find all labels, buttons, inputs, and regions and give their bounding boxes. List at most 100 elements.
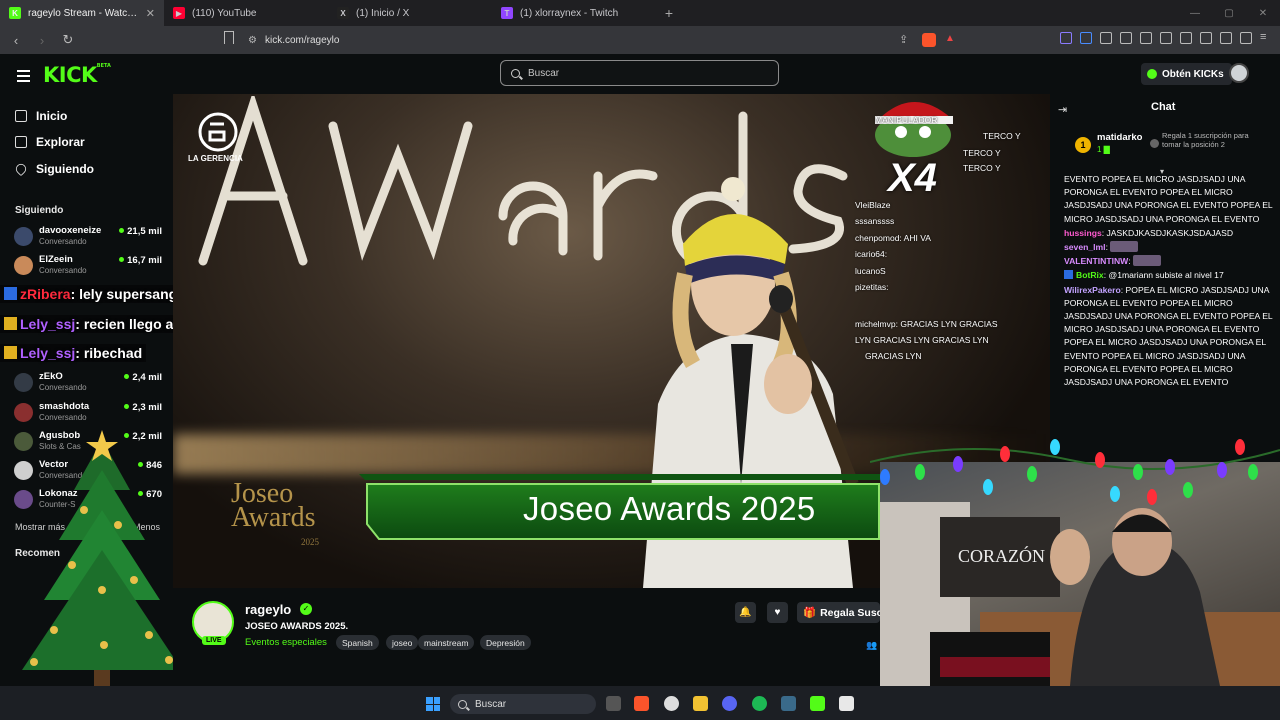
kick-logo[interactable]: KICKBETA — [43, 63, 111, 87]
hamburger-menu-icon[interactable] — [17, 70, 30, 85]
tab-favicon-icon: T — [501, 7, 513, 19]
chat-title: Chat — [1151, 101, 1176, 113]
puzzle-icon[interactable] — [1120, 32, 1132, 44]
taskbar-search[interactable]: Buscar — [450, 694, 596, 714]
channel-name: ElZeein — [39, 254, 73, 265]
brave-shield-icon[interactable] — [922, 33, 936, 47]
stream-tag[interactable]: Spanish — [336, 635, 379, 650]
follow-heart-icon[interactable]: ♥ — [767, 602, 788, 623]
chat-text: : POPEA EL MICRO JASDJSADJ UNA PORONGA E… — [1064, 284, 1273, 388]
wallet-icon[interactable] — [1200, 32, 1212, 44]
close-tab-icon[interactable]: ✕ — [146, 7, 155, 20]
app-icon[interactable] — [781, 696, 796, 711]
video-chat-line: pizetitas: — [855, 282, 889, 292]
extension-icon[interactable] — [1100, 32, 1112, 44]
tab-strip: Krageylo Stream - Watch Live ✕ ▶ (110) YouT… — [0, 0, 656, 26]
leo-ai-icon[interactable] — [1220, 32, 1232, 44]
stream-category-link[interactable]: Eventos especiales — [245, 637, 327, 648]
sidebar-channel[interactable]: zEkO Conversando 2,4 mil — [14, 371, 164, 397]
chatgpt-app-icon[interactable] — [664, 696, 679, 711]
reload-icon[interactable]: ↻ — [58, 32, 78, 48]
video-chat-line: sssanssss — [855, 216, 895, 226]
sidebar-channel[interactable]: davooxeneize Conversando 21,5 mil — [14, 225, 164, 251]
maximize-button[interactable]: ▢ — [1212, 0, 1246, 26]
screenshot-icon[interactable] — [1140, 32, 1152, 44]
gifter-count-value: 1 — [1097, 145, 1102, 154]
chat-message: seven_lml: — [1064, 241, 1276, 254]
media-icon[interactable] — [1160, 32, 1172, 44]
minimize-button[interactable]: — — [1178, 0, 1212, 26]
gift-sub-button[interactable]: 🎁 Regala Susc — [797, 602, 880, 623]
tab-favicon-icon: X — [337, 7, 349, 19]
calculator-icon[interactable] — [839, 696, 854, 711]
stream-tag[interactable]: mainstream — [418, 635, 475, 650]
overlay-chat-user: Lely_ssj — [20, 316, 76, 332]
overlay-chat-user: zRibera — [20, 286, 71, 302]
vpn-icon[interactable] — [1240, 32, 1252, 44]
tab-favicon-icon: ▶ — [173, 7, 185, 19]
user-avatar[interactable] — [1229, 63, 1249, 83]
search-input[interactable]: Buscar — [500, 60, 779, 86]
logo-text: KICK — [43, 63, 97, 87]
share-icon[interactable]: ⇪ — [899, 33, 908, 46]
video-chat-line: TERCO Y — [963, 163, 1001, 173]
top-gifter-name[interactable]: matidarko — [1097, 132, 1142, 143]
extension-icon[interactable] — [1060, 32, 1072, 44]
channel-category: Conversando — [39, 237, 87, 246]
new-tab-button[interactable]: + — [656, 0, 682, 26]
brave-browser-icon[interactable] — [634, 696, 649, 711]
notification-bell-icon[interactable]: 🔔 — [735, 602, 756, 623]
subscriber-badge-icon — [4, 287, 17, 300]
get-kicks-button[interactable]: Obtén KICKs — [1141, 63, 1232, 85]
channel-viewers: 16,7 mil — [119, 255, 162, 266]
extension-icon[interactable] — [1080, 32, 1092, 44]
windows-start-icon[interactable] — [426, 697, 440, 711]
overlay-chat-user: Lely_ssj — [20, 345, 76, 361]
back-icon[interactable]: ‹ — [6, 33, 26, 48]
site-info-icon[interactable]: ⚙ — [248, 35, 257, 46]
brave-rewards-icon[interactable]: ▲ — [945, 33, 955, 44]
sidebar-item-explorar[interactable]: Explorar — [15, 135, 85, 149]
forward-icon[interactable]: › — [32, 33, 52, 48]
tab-title: (110) YouTube — [192, 7, 257, 19]
channel-viewers: 21,5 mil — [119, 226, 162, 237]
crown-badge-icon — [4, 317, 17, 330]
chat-username[interactable]: WilirexPakero — [1064, 285, 1121, 295]
stream-tag[interactable]: Depresión — [480, 635, 531, 650]
chat-message: hussings: JASKDJKASDJKASKJSDAJASD — [1064, 227, 1276, 240]
watermark-year: 2025 — [301, 537, 319, 547]
sidebar-toggle-icon[interactable] — [1180, 32, 1192, 44]
kick-app-icon[interactable] — [810, 696, 825, 711]
menu-icon[interactable]: ≡ — [1260, 32, 1272, 44]
collapse-chat-icon[interactable]: ⇥ — [1058, 103, 1067, 116]
sidebar-item-inicio[interactable]: Inicio — [15, 109, 67, 123]
browser-tab[interactable]: ▶ (110) YouTube — [164, 0, 328, 26]
users-icon[interactable]: 👥 — [866, 640, 877, 651]
chat-username[interactable]: hussings — [1064, 228, 1102, 238]
sidebar-channel[interactable]: ElZeein Conversando 16,7 mil — [14, 254, 164, 280]
task-view-icon[interactable] — [606, 696, 621, 711]
close-window-button[interactable]: ✕ — [1246, 0, 1280, 26]
video-chat-line: LYN GRACIAS LYN GRACIAS LYN — [855, 335, 989, 345]
chat-username[interactable]: seven_lml — [1064, 242, 1106, 252]
sidebar-item-siguiendo[interactable]: Siguiendo — [13, 161, 94, 177]
video-chat-line: TERCO Y — [963, 148, 1001, 158]
sidebar-channel[interactable]: smashdota Conversando 2,3 mil — [14, 401, 164, 427]
spotify-icon[interactable] — [752, 696, 767, 711]
stream-tag[interactable]: joseo — [386, 635, 419, 650]
streamer-name[interactable]: rageylo — [245, 602, 291, 617]
chat-username[interactable]: VALENTINTINW — [1064, 256, 1128, 266]
window-controls: — ▢ ✕ — [1178, 0, 1280, 26]
file-explorer-icon[interactable] — [693, 696, 708, 711]
browser-tab[interactable]: Krageylo Stream - Watch Live ✕ — [0, 0, 164, 26]
svg-text:CORAZÓN: CORAZÓN — [958, 545, 1045, 566]
discord-icon[interactable] — [722, 696, 737, 711]
verified-icon: ✓ — [300, 603, 312, 615]
browser-tab[interactable]: X (1) Inicio / X — [328, 0, 492, 26]
chat-username[interactable]: BotRix — [1076, 270, 1104, 280]
browser-tab[interactable]: T (1) xlorraynex - Twitch — [492, 0, 656, 26]
nav-label: Inicio — [36, 109, 68, 123]
nav-label: Explorar — [36, 135, 85, 149]
crown-badge-icon — [4, 346, 17, 359]
url-field[interactable]: ⚙ kick.com/rageylo — [220, 29, 965, 51]
